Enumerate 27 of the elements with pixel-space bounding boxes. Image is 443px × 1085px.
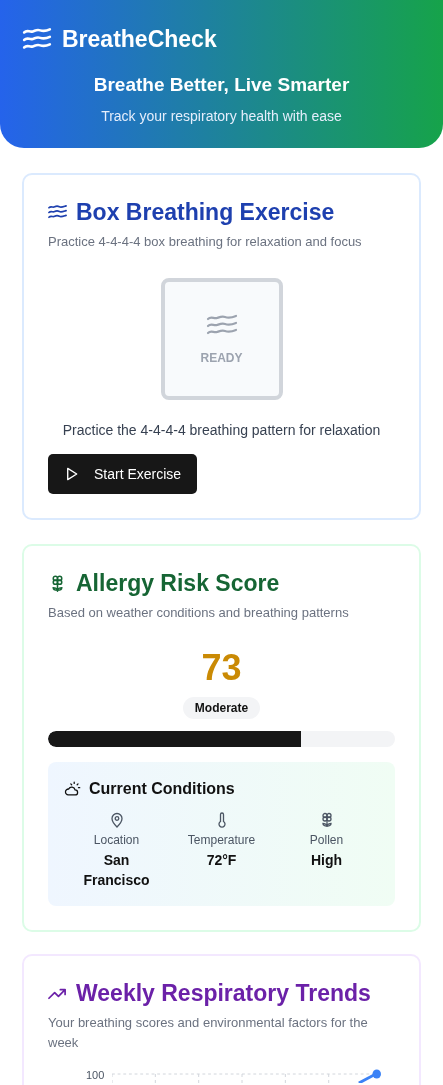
tagline: Breathe Better, Live Smarter bbox=[92, 74, 351, 96]
condition-value: High bbox=[309, 851, 344, 870]
condition-value: San Francisco bbox=[82, 851, 151, 890]
risk-score: 73 bbox=[200, 647, 243, 689]
card-title: Allergy Risk Score bbox=[76, 570, 280, 597]
start-button[interactable]: Start Exercise bbox=[48, 454, 198, 494]
card-description: Based on weather conditions and breathing patterns bbox=[48, 604, 350, 622]
conditions-title: Current Conditions bbox=[89, 780, 235, 798]
card-title: Box Breathing Exercise bbox=[76, 199, 335, 226]
risk-level-badge: Moderate bbox=[182, 697, 261, 719]
app-name: BreatheCheck bbox=[62, 26, 217, 53]
condition-label: Temperature bbox=[187, 833, 256, 847]
condition-label: Pollen bbox=[309, 833, 344, 847]
condition-label: Location bbox=[93, 833, 140, 847]
flower-icon bbox=[319, 812, 334, 828]
card-description: Practice 4-4-4-4 box breathing for relaxation and focus bbox=[48, 233, 363, 251]
map-pin-icon bbox=[109, 812, 124, 828]
subtitle: Track your respiratory health with ease bbox=[100, 108, 343, 124]
instruction-text: Practice the 4-4-4-4 breathing pattern for relaxation bbox=[61, 422, 382, 438]
axis-tick-label: 100 bbox=[86, 1069, 105, 1081]
waves-icon bbox=[48, 204, 67, 221]
play-icon bbox=[66, 467, 78, 481]
card-description: Your breathing scores and environmental factors for the week bbox=[48, 1014, 369, 1052]
phase-label: READY bbox=[200, 351, 243, 365]
weather-icon bbox=[64, 781, 81, 797]
card-title: Weekly Respiratory Trends bbox=[76, 980, 371, 1007]
condition-value: 72°F bbox=[205, 851, 238, 870]
